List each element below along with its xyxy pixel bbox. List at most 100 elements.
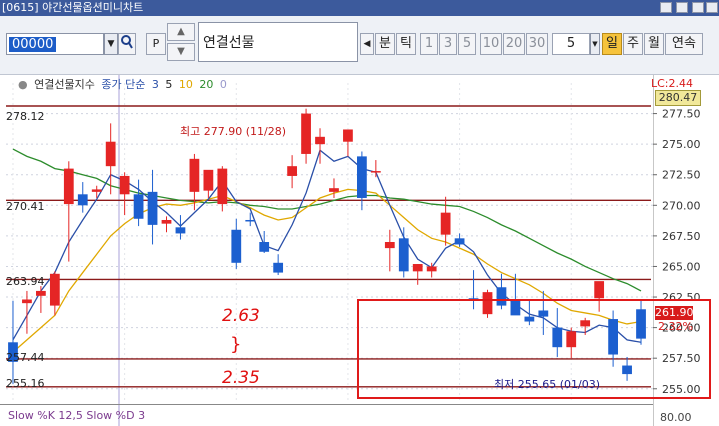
legend-ma-label: 종가 단순 <box>101 78 146 91</box>
period-label: 주 <box>627 36 639 51</box>
candle-body <box>370 171 381 173</box>
candle-body <box>357 156 367 198</box>
maximize-icon[interactable] <box>676 2 688 13</box>
level-label: 257.44 <box>6 351 45 364</box>
product-name: 연결선물 <box>203 35 255 51</box>
y-tick-label: 272.50 <box>662 169 701 182</box>
count-value: 5 <box>566 36 576 51</box>
count-dropdown-button[interactable]: ▼ <box>590 33 600 55</box>
candle-body <box>119 175 130 195</box>
candle-body <box>287 166 297 176</box>
interval-20-button[interactable]: 20 <box>503 33 525 55</box>
interval-label: 1 <box>424 36 434 51</box>
legend-marker-icon: ● <box>18 78 28 91</box>
candle-body <box>329 188 339 192</box>
candle-body <box>594 281 605 299</box>
legend-ma-3: 3 <box>151 78 159 91</box>
interval-10-button[interactable]: 10 <box>480 33 502 55</box>
candle-body <box>36 290 46 296</box>
up-arrow-icon[interactable]: ▲ <box>167 23 195 41</box>
prev-arrow-icon[interactable]: ◀ <box>360 33 374 55</box>
top-price-box: 280.47 <box>655 90 701 106</box>
candle-body <box>273 262 284 273</box>
candle-body <box>77 194 88 206</box>
level-label: 270.41 <box>6 200 45 213</box>
y-tick-label: 275.00 <box>662 138 701 151</box>
interval-label: 3 <box>443 36 453 51</box>
candle-body <box>454 238 465 245</box>
high-annotation: 최고 277.90 (11/28) <box>180 125 287 138</box>
tick-button[interactable]: 틱 <box>396 33 416 55</box>
candle-body <box>315 136 325 145</box>
candle-body <box>343 129 353 142</box>
p-button[interactable]: P <box>146 33 166 55</box>
level-label: 278.12 <box>6 110 45 123</box>
restore-icon[interactable] <box>660 2 672 13</box>
interval-3-button[interactable]: 3 <box>439 33 457 55</box>
candle-body <box>161 219 172 224</box>
candle-body <box>259 242 270 252</box>
period-day-button[interactable]: 일 <box>602 33 622 55</box>
period-week-button[interactable]: 주 <box>623 33 643 55</box>
period-label: 연속 <box>672 36 696 51</box>
count-input[interactable]: 5 <box>552 33 590 55</box>
handwritten-brace: } <box>230 334 242 355</box>
product-name-field: 연결선물 <box>198 22 358 62</box>
minimize-icon[interactable] <box>692 2 704 13</box>
candle-body <box>217 168 228 205</box>
interval-1-button[interactable]: 1 <box>420 33 438 55</box>
stoch-label: Slow %K 12,5 Slow %D 3 <box>8 409 146 422</box>
level-label: 255.16 <box>6 377 45 390</box>
interval-label: 30 <box>528 36 546 51</box>
candle-body <box>398 238 409 272</box>
code-input[interactable]: 00000 <box>6 33 104 55</box>
candle-body <box>384 242 395 249</box>
interval-30-button[interactable]: 30 <box>526 33 548 55</box>
period-month-button[interactable]: 월 <box>644 33 664 55</box>
y-tick-label: 267.50 <box>662 230 701 243</box>
legend-ma-5: 5 <box>165 78 173 91</box>
candle-body <box>105 141 116 167</box>
legend-title: 연결선물지수 <box>34 78 95 91</box>
handwritten-note: 2.63 <box>222 306 260 326</box>
interval-label: 20 <box>505 36 523 51</box>
level-label: 263.94 <box>6 275 45 288</box>
code-dropdown-button[interactable]: ▼ <box>104 33 118 55</box>
interval-label: 10 <box>482 36 500 51</box>
minute-label: 분 <box>379 36 391 51</box>
candle-body <box>22 299 32 304</box>
candle-body <box>133 194 144 219</box>
candle-body <box>412 264 423 272</box>
interval-label: 5 <box>462 36 472 51</box>
down-arrow-icon[interactable]: ▼ <box>167 43 195 61</box>
candle-body <box>231 229 242 263</box>
y-tick-label: 265.00 <box>662 260 701 273</box>
candle-body <box>245 219 256 222</box>
y-tick-label: 277.50 <box>662 108 701 121</box>
interval-5-button[interactable]: 5 <box>458 33 476 55</box>
search-icon[interactable] <box>118 33 136 55</box>
ma20-line <box>12 148 642 292</box>
period-continuous-button[interactable]: 연속 <box>665 33 703 55</box>
close-icon[interactable] <box>706 2 718 13</box>
period-label: 일 <box>606 36 618 51</box>
stoch-scale-value: 80.00 <box>660 411 692 424</box>
handwritten-note: 2.35 <box>222 368 260 388</box>
window-title: [0615] 야간선물옵션미니차트 <box>2 1 144 14</box>
period-label: 월 <box>648 36 660 51</box>
code-value: 00000 <box>9 37 57 52</box>
y-tick-label: 270.00 <box>662 199 701 212</box>
lc-label: LC:2.44 <box>651 77 694 90</box>
candle-body <box>49 273 60 306</box>
minute-button[interactable]: 분 <box>375 33 395 55</box>
legend-ma-0: 0 <box>219 78 227 91</box>
p-label: P <box>152 37 160 50</box>
candle-body <box>301 113 311 154</box>
candle-body <box>426 266 437 272</box>
candle-body <box>175 227 186 234</box>
candle-body <box>189 158 200 192</box>
chart-legend: ● 연결선물지수 종가 단순 3 5 10 20 0 <box>18 78 230 92</box>
panel-divider <box>0 404 653 405</box>
candle-body <box>91 189 102 192</box>
window-titlebar: [0615] 야간선물옵션미니차트 <box>0 0 719 16</box>
